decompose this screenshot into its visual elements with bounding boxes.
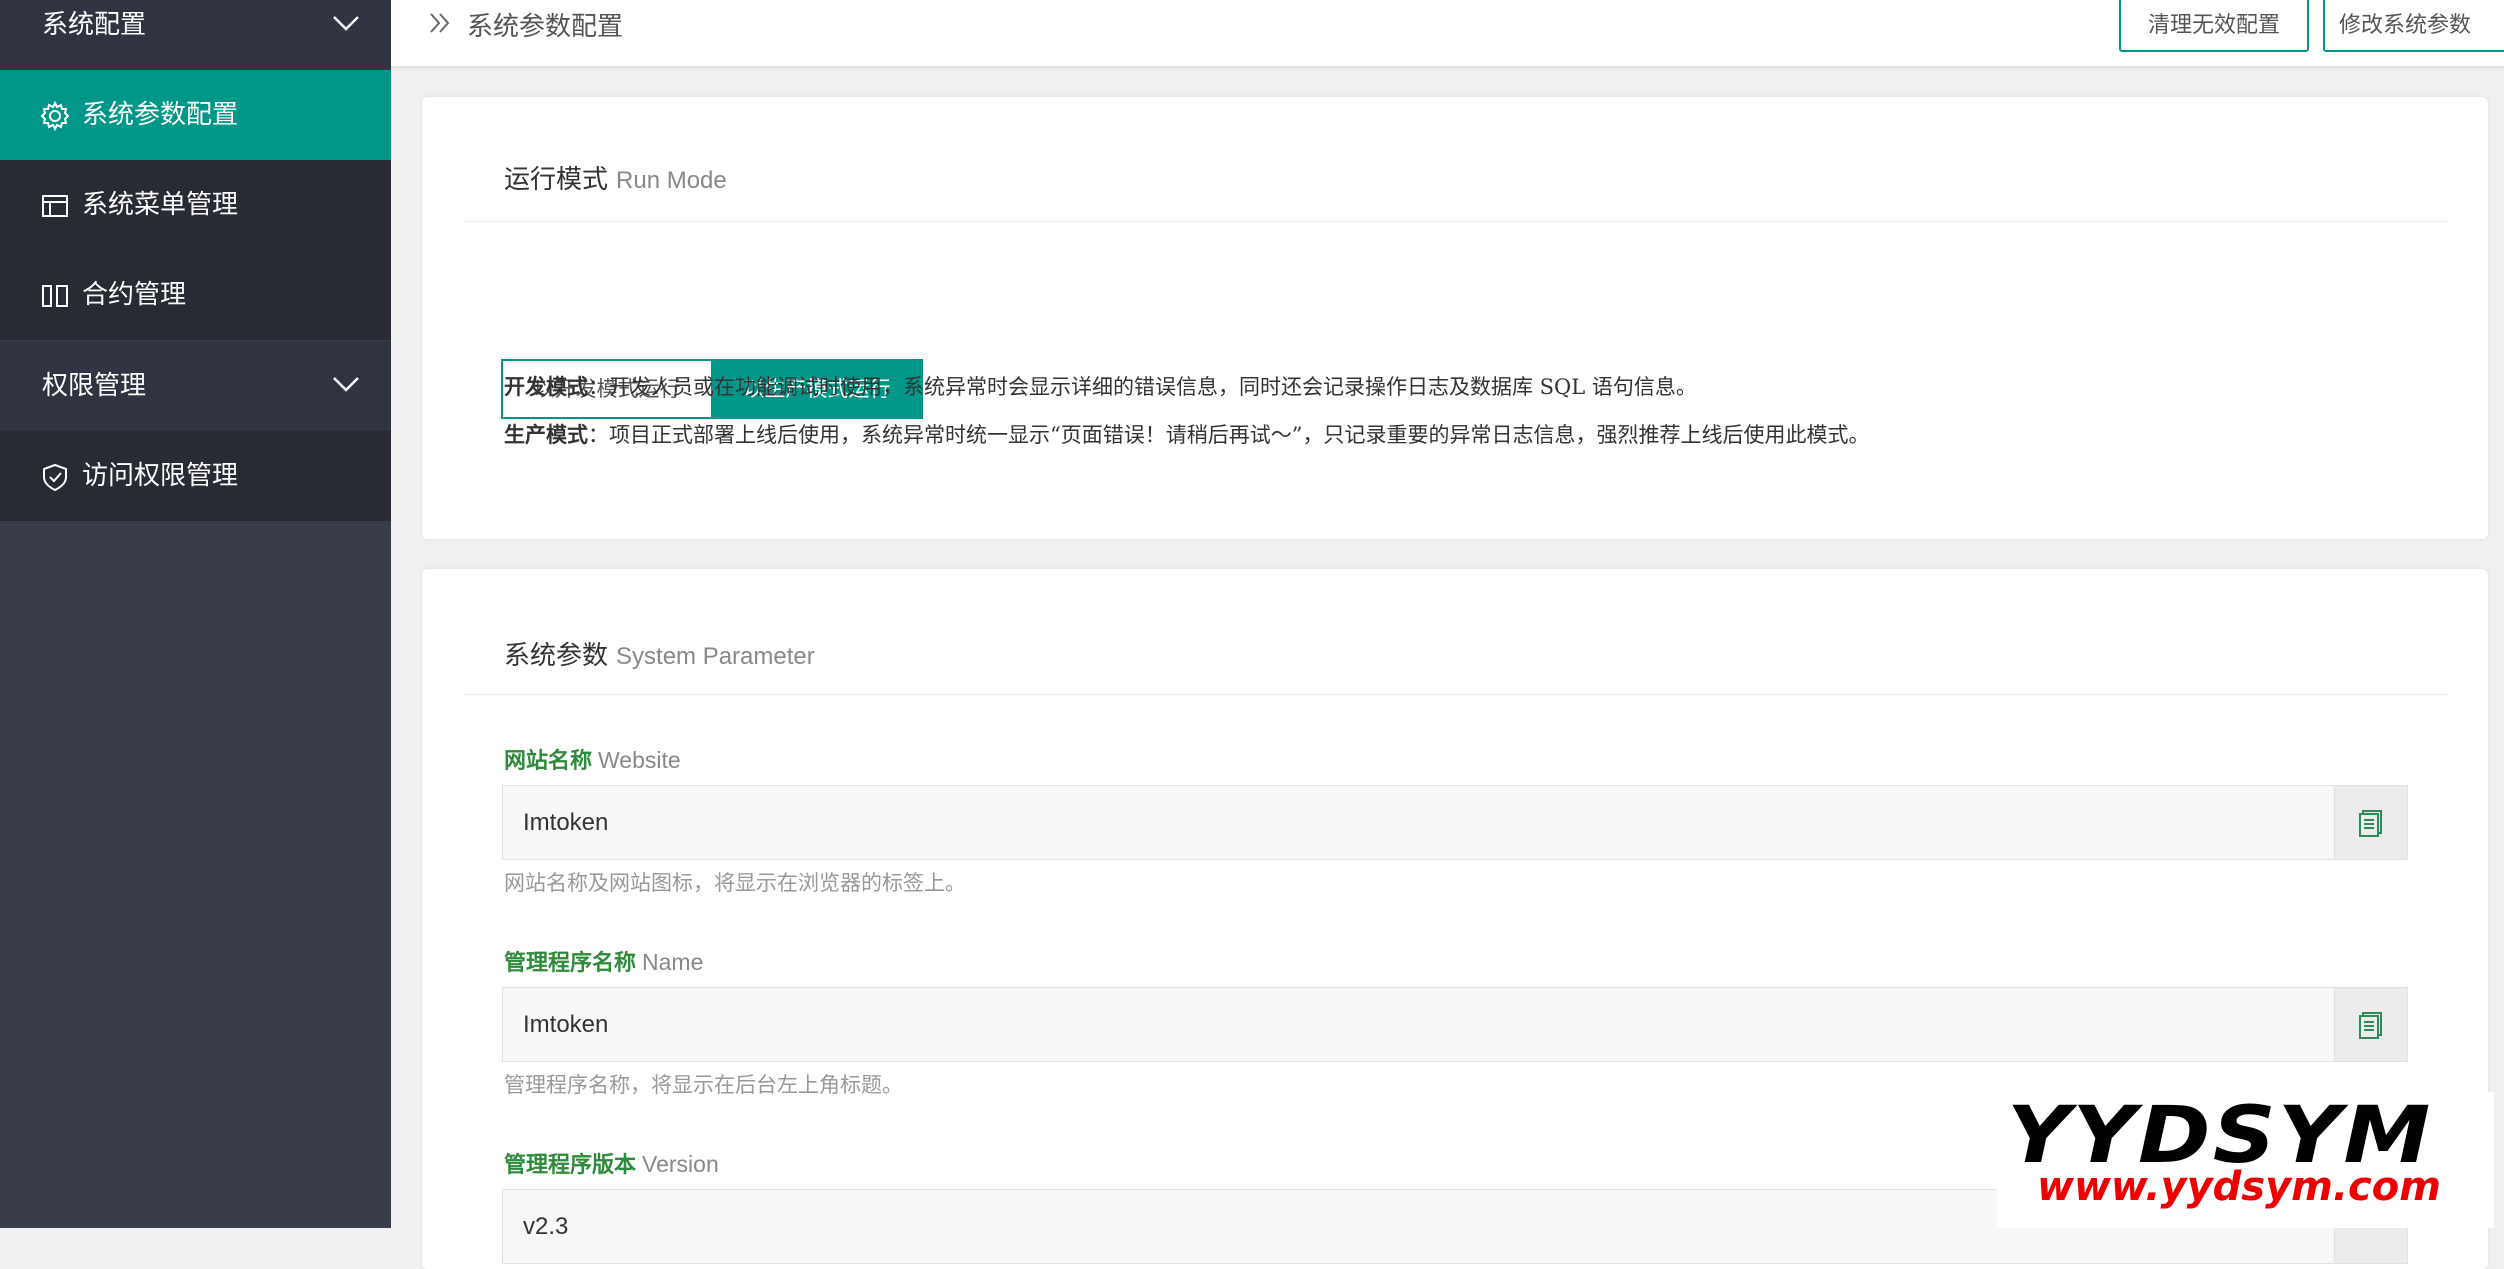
document-icon xyxy=(2359,1012,2382,1039)
prod-mode-text: ：项目正式部署上线后使用，系统异常时统一显示“页面错误！请稍后再试～”，只记录重… xyxy=(588,423,1870,447)
chevron-down-icon xyxy=(333,377,359,392)
version-field-label: 管理程序版本 Version xyxy=(504,1147,719,1179)
card-title: 运行模式 Run Mode xyxy=(504,159,727,196)
run-mode-card: 运行模式 Run Mode 以开发模式运行 以生产模式运行 开发模式：开发人员或在… xyxy=(422,97,2488,539)
website-copy-button[interactable] xyxy=(2334,786,2407,859)
dev-mode-label: 开发模式 xyxy=(504,374,588,399)
sidebar-item-label: 系统菜单管理 xyxy=(82,190,239,220)
card-title-en: Run Mode xyxy=(616,167,727,194)
website-field-label: 网站名称 Website xyxy=(504,743,681,775)
name-field-label: 管理程序名称 Name xyxy=(504,945,703,977)
card-title: 系统参数 System Parameter xyxy=(504,635,815,672)
watermark-url: www.yydsym.com xyxy=(2037,1164,2441,1210)
sidebar-item-menu-management[interactable]: 系统菜单管理 xyxy=(0,160,391,250)
sidebar-item-label: 合约管理 xyxy=(82,280,187,310)
name-copy-button[interactable] xyxy=(2334,988,2407,1061)
sidebar-item-contract-management[interactable]: 合约管理 xyxy=(0,250,391,340)
field-label-en: Version xyxy=(642,1151,719,1177)
sidebar-item-access-permissions[interactable]: 访问权限管理 xyxy=(0,431,391,521)
divider xyxy=(462,694,2448,695)
shield-icon xyxy=(43,463,67,492)
sidebar-group-label: 系统配置 xyxy=(42,10,147,40)
dev-mode-description: 开发模式：开发人员或在功能调试时使用，系统异常时会显示详细的错误信息，同时还会记… xyxy=(504,371,1697,401)
website-input-group xyxy=(502,785,2408,860)
divider xyxy=(462,221,2448,222)
dev-mode-text: ：开发人员或在功能调试时使用，系统异常时会显示详细的错误信息，同时还会记录操作日… xyxy=(588,375,1697,399)
name-input[interactable] xyxy=(503,988,2337,1061)
clean-invalid-config-button[interactable]: 清理无效配置 xyxy=(2119,0,2309,52)
field-label-zh: 网站名称 xyxy=(504,748,593,774)
sidebar-group-permissions[interactable]: 权限管理 xyxy=(0,341,391,431)
sidebar-group-label: 权限管理 xyxy=(42,371,147,401)
sidebar-item-label: 访问权限管理 xyxy=(82,461,239,491)
website-input[interactable] xyxy=(503,786,2337,859)
prod-mode-label: 生产模式 xyxy=(504,422,588,447)
field-label-zh: 管理程序名称 xyxy=(504,950,637,976)
card-title-zh: 系统参数 xyxy=(504,641,609,671)
prod-mode-description: 生产模式：项目正式部署上线后使用，系统异常时统一显示“页面错误！请稍后再试～”，… xyxy=(504,419,1869,449)
breadcrumb: 系统参数配置 xyxy=(467,12,624,42)
card-title-zh: 运行模式 xyxy=(504,165,609,195)
edit-system-params-button[interactable]: 修改系统参数 xyxy=(2323,0,2504,52)
document-icon xyxy=(2359,810,2382,837)
card-title-en: System Parameter xyxy=(616,643,815,670)
watermark: YYDSYM www.yydsym.com xyxy=(1997,1092,2494,1228)
sidebar-group-system-config[interactable]: 系统配置 xyxy=(0,0,391,70)
field-label-zh: 管理程序版本 xyxy=(504,1152,637,1178)
double-chevron-right-icon xyxy=(430,13,450,33)
window-icon xyxy=(42,195,68,217)
sidebar-item-system-params[interactable]: 系统参数配置 xyxy=(0,70,391,160)
columns-icon xyxy=(42,285,68,307)
field-label-en: Name xyxy=(642,949,704,975)
gear-icon xyxy=(40,101,70,131)
field-label-en: Website xyxy=(598,747,681,773)
top-bar: 系统参数配置 清理无效配置 修改系统参数 xyxy=(391,0,2504,67)
website-help-text: 网站名称及网站图标，将显示在浏览器的标签上。 xyxy=(504,871,966,895)
sidebar-item-label: 系统参数配置 xyxy=(82,100,239,130)
name-input-group xyxy=(502,987,2408,1062)
name-help-text: 管理程序名称，将显示在后台左上角标题。 xyxy=(504,1073,903,1097)
chevron-down-icon xyxy=(333,16,359,31)
sidebar: 系统配置 系统参数配置 系统菜单管理 合约管理 权限管理 访问权限管理 xyxy=(0,0,391,1228)
